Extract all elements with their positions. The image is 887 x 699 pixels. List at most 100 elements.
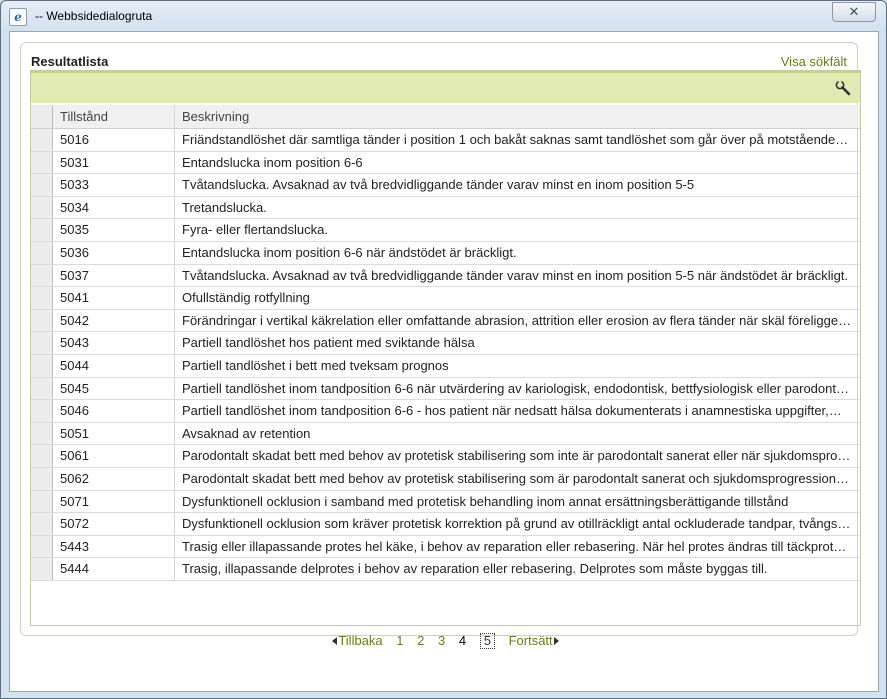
row-selector[interactable]: [31, 241, 53, 264]
row-code: 5037: [53, 264, 175, 287]
row-description: Tvåtandslucka. Avsaknad av två bredvidli…: [182, 177, 695, 193]
results-panel: Resultatlista Visa sökfält Tillstånd Bes…: [20, 42, 861, 649]
pager-next-link[interactable]: Fortsätt: [509, 632, 553, 650]
arrow-left-icon: [332, 636, 338, 645]
row-description: Trasig, illapassande delprotes i behov a…: [182, 561, 768, 577]
row-selector[interactable]: [31, 151, 53, 174]
close-button[interactable]: ✕: [832, 2, 876, 22]
row-code: 5034: [53, 196, 175, 219]
row-description: Förändringar i vertikal käkrelation elle…: [182, 312, 856, 328]
row-code: 5016: [53, 129, 175, 151]
table-row[interactable]: 5072 Dysfunktionell ocklusion som kräver …: [31, 513, 860, 536]
column-header-tillstand[interactable]: Tillstånd: [53, 105, 175, 128]
row-selector[interactable]: [31, 129, 53, 151]
row-code: 5043: [53, 332, 175, 354]
row-selector[interactable]: [31, 467, 53, 490]
table-row[interactable]: 5062 Parodontalt skadat bett med behov av…: [31, 467, 860, 491]
row-selector[interactable]: [31, 174, 53, 196]
row-description: Dysfunktionell ocklusion i samband med p…: [182, 493, 789, 509]
row-code: 5042: [53, 309, 175, 332]
row-description: Partiell tandlöshet inom tandposition 6-…: [182, 380, 849, 396]
row-code: 5072: [53, 513, 175, 535]
table-row[interactable]: 5061 Parodontalt skadat bett med behov av…: [31, 445, 860, 468]
table-row[interactable]: 5033 Tvåtandslucka. Avsaknad av två bredv…: [31, 174, 860, 197]
row-description: Tretandslucka.: [182, 199, 267, 215]
row-description: Ofullständig rotfyllning: [182, 290, 310, 306]
table-row[interactable]: 5036 Entandslucka inom position 6-6 när ä…: [31, 241, 860, 265]
row-selector[interactable]: [31, 354, 53, 377]
pager-page-2[interactable]: 2: [417, 632, 424, 650]
dialog-window: e -- Webbsidedialogruta ✕ Resultatlista …: [0, 0, 887, 699]
row-description: Avsaknad av retention: [182, 425, 311, 441]
row-code: 5041: [53, 287, 175, 309]
row-selector[interactable]: [31, 513, 53, 535]
row-description: Parodontalt skadat bett med behov av pro…: [182, 470, 849, 486]
row-code: 5031: [53, 151, 175, 174]
row-selector[interactable]: [31, 445, 53, 467]
table-row[interactable]: 5444 Trasig, illapassande delprotes i beh…: [31, 558, 860, 581]
results-table: Tillstånd Beskrivning 5016 Friändstandlös…: [30, 70, 861, 649]
wrench-icon[interactable]: [835, 80, 851, 96]
table-row[interactable]: 5071 Dysfunktionell ocklusion i samband m…: [31, 490, 860, 514]
pager: Tillbaka 1 2 3 4 5 Fortsätt: [31, 631, 860, 651]
row-description: Entandslucka inom position 6-6 när ändst…: [182, 244, 517, 260]
header-selector-cell: [31, 105, 53, 128]
pager-page-3[interactable]: 3: [438, 632, 445, 650]
show-search-link[interactable]: Visa sökfält: [781, 54, 847, 69]
row-description: Tvåtandslucka. Avsaknad av två bredvidli…: [182, 267, 849, 283]
table-row[interactable]: 5016 Friändstandlöshet där samtliga tände…: [31, 129, 860, 152]
row-description: Fyra- eller flertandslucka.: [182, 222, 328, 238]
row-code: 5044: [53, 354, 175, 377]
row-selector[interactable]: [31, 219, 53, 241]
table-row[interactable]: 5031 Entandslucka inom position 6-6: [31, 151, 860, 175]
table-row[interactable]: 5037 Tvåtandslucka. Avsaknad av två bredv…: [31, 264, 860, 288]
row-selector[interactable]: [31, 400, 53, 422]
arrow-right-icon: [553, 636, 559, 645]
column-header-beskrivning[interactable]: Beskrivning: [175, 105, 860, 128]
table-row[interactable]: 5043 Partiell tandlöshet hos patient med …: [31, 332, 860, 355]
table-row[interactable]: 5443 Trasig eller illapassande protes hel…: [31, 535, 860, 559]
row-code: 5051: [53, 422, 175, 445]
title-bar: e -- Webbsidedialogruta ✕: [1, 1, 886, 31]
row-code: 5062: [53, 467, 175, 490]
row-description: Trasig eller illapassande protes hel käk…: [182, 538, 854, 554]
row-code: 5045: [53, 377, 175, 400]
row-selector[interactable]: [31, 264, 53, 287]
table-row[interactable]: 5035 Fyra- eller flertandslucka.: [31, 219, 860, 242]
table-row[interactable]: 5041 Ofullständig rotfyllning: [31, 287, 860, 310]
row-selector[interactable]: [31, 377, 53, 400]
table-row[interactable]: 5045 Partiell tandlöshet inom tandpositio…: [31, 377, 860, 401]
pager-prev-link[interactable]: Tillbaka: [338, 632, 382, 650]
table-row[interactable]: 5044 Partiell tandlöshet i bett med tveks…: [31, 354, 860, 378]
row-selector[interactable]: [31, 490, 53, 513]
table-toolbar: [31, 71, 860, 103]
pager-page-5[interactable]: 5: [479, 632, 495, 649]
row-selector[interactable]: [31, 535, 53, 558]
row-description: Partiell tandlöshet i bett med tveksam p…: [182, 357, 449, 373]
panel-title: Resultatlista: [31, 54, 109, 69]
table-header: Tillstånd Beskrivning: [31, 105, 860, 129]
row-selector[interactable]: [31, 309, 53, 332]
pager-page-1[interactable]: 1: [396, 632, 403, 650]
window-title: -- Webbsidedialogruta: [35, 9, 153, 23]
row-code: 5036: [53, 241, 175, 264]
row-code: 5035: [53, 219, 175, 241]
ie-icon: e: [9, 8, 27, 26]
row-selector[interactable]: [31, 287, 53, 309]
row-code: 5033: [53, 174, 175, 196]
row-selector[interactable]: [31, 422, 53, 445]
table-row[interactable]: 5034 Tretandslucka.: [31, 196, 860, 220]
row-description: Partiell tandlöshet hos patient med svik…: [182, 335, 475, 351]
row-description: Entandslucka inom position 6-6: [182, 154, 363, 170]
row-description: Parodontalt skadat bett med behov av pro…: [182, 448, 851, 464]
table-row[interactable]: 5042 Förändringar i vertikal käkrelation …: [31, 309, 860, 333]
row-code: 5061: [53, 445, 175, 467]
pager-page-4: 4: [458, 632, 467, 648]
row-selector[interactable]: [31, 558, 53, 580]
row-code: 5444: [53, 558, 175, 580]
table-row[interactable]: 5046 Partiell tandlöshet inom tandpositio…: [31, 400, 860, 423]
row-selector[interactable]: [31, 196, 53, 219]
table-row[interactable]: 5051 Avsaknad av retention: [31, 422, 860, 446]
row-selector[interactable]: [31, 332, 53, 354]
close-icon: ✕: [848, 4, 860, 19]
